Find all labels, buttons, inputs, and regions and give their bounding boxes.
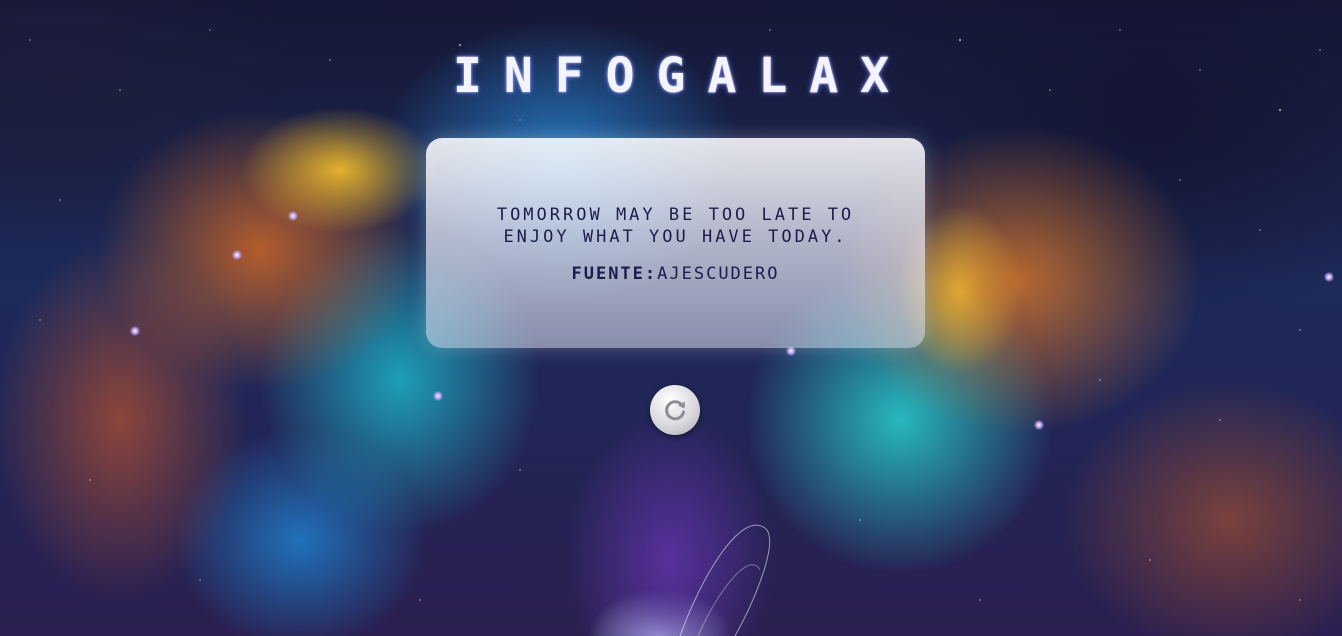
app-title: INFOGALAX bbox=[452, 48, 912, 104]
quote-source: FUENTE:AJESCUDERO bbox=[426, 264, 925, 284]
glow-star bbox=[433, 391, 443, 401]
glow-star bbox=[1034, 420, 1044, 430]
quote-card: TOMORROW MAY BE TOO LATE TO ENJOY WHAT Y… bbox=[426, 138, 925, 348]
source-name: AJESCUDERO bbox=[657, 264, 780, 284]
glow-star bbox=[232, 250, 242, 260]
source-label: FUENTE: bbox=[571, 264, 658, 284]
glow-star bbox=[130, 326, 140, 336]
refresh-button[interactable] bbox=[650, 385, 700, 435]
refresh-icon bbox=[665, 400, 685, 421]
quote-text: TOMORROW MAY BE TOO LATE TO ENJOY WHAT Y… bbox=[496, 205, 855, 247]
glow-star bbox=[288, 211, 298, 221]
glow-star bbox=[1324, 272, 1334, 282]
